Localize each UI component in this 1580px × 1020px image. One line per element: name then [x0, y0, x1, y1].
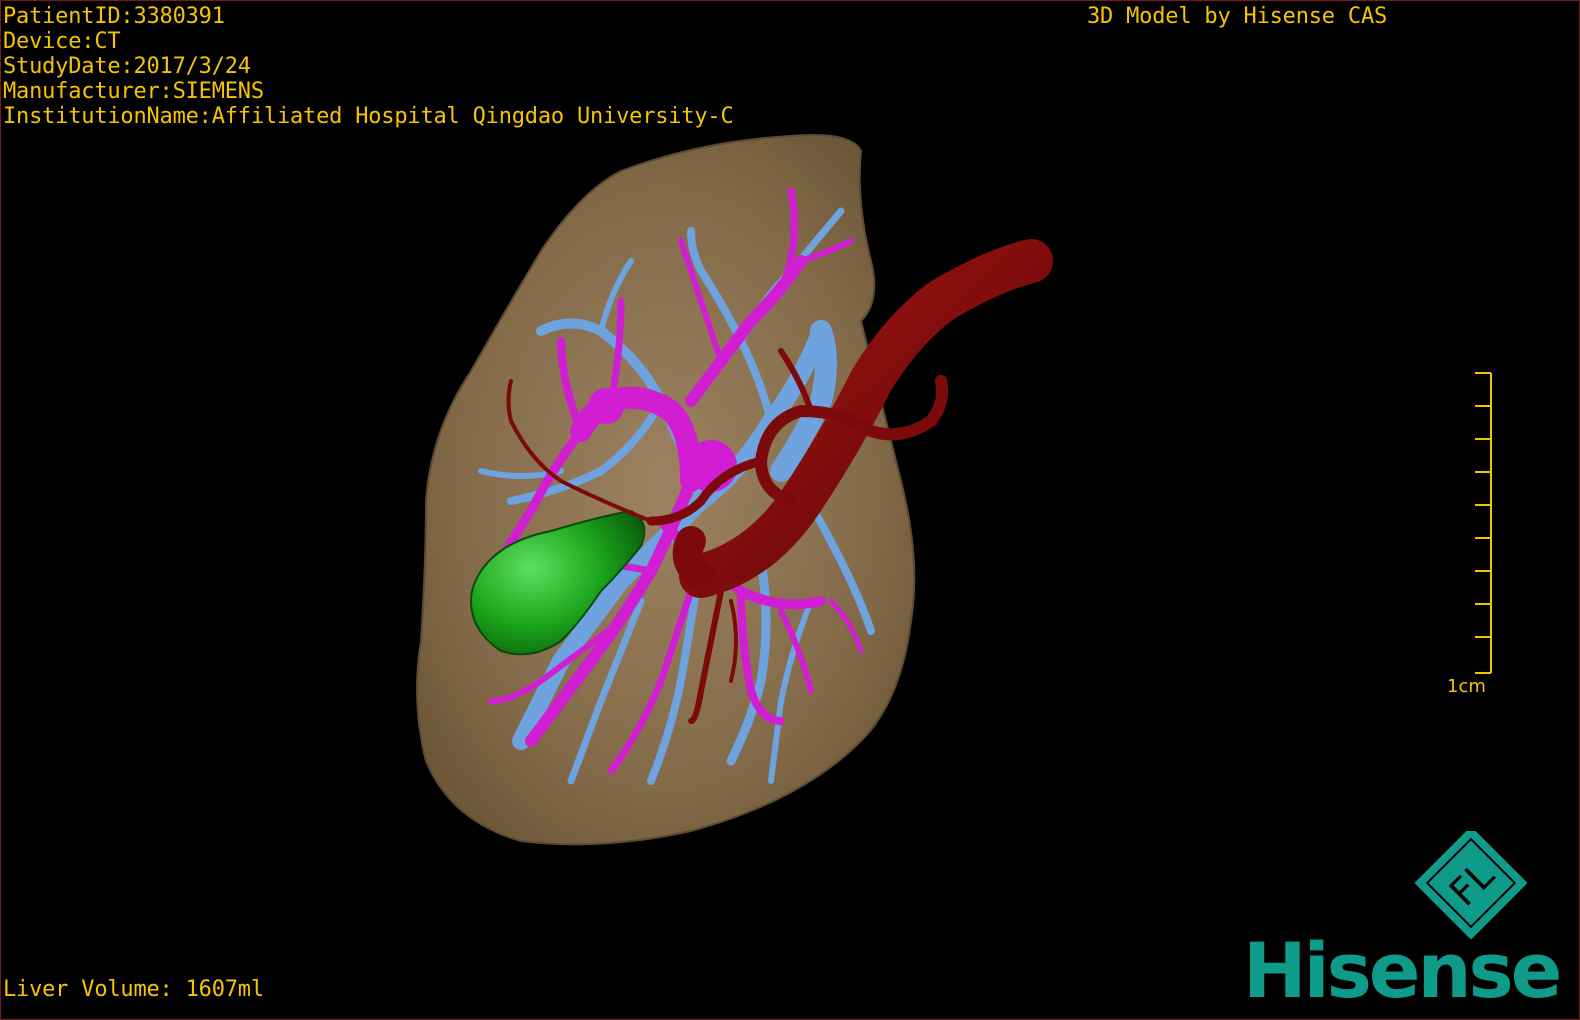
- scale-label: 1cm: [1447, 676, 1486, 697]
- 3d-viewport[interactable]: PatientID:3380391 Device:CT StudyDate:20…: [0, 0, 1580, 1020]
- dicom-info-block: PatientID:3380391 Device:CT StudyDate:20…: [3, 4, 734, 129]
- study-date-text: StudyDate:2017/3/24: [3, 54, 251, 79]
- device-text: Device:CT: [3, 29, 121, 54]
- scale-bar: [1475, 372, 1492, 674]
- manufacturer-text: Manufacturer:SIEMENS: [3, 79, 264, 104]
- model-credit-text: 3D Model by Hisense CAS: [1087, 4, 1388, 29]
- liver-volume-text: Liver Volume: 1607ml: [3, 977, 264, 1002]
- hisense-wordmark: Hisense: [1243, 926, 1562, 1015]
- institution-text: InstitutionName:Affiliated Hospital Qing…: [3, 104, 734, 129]
- patient-id-text: PatientID:3380391: [3, 4, 225, 29]
